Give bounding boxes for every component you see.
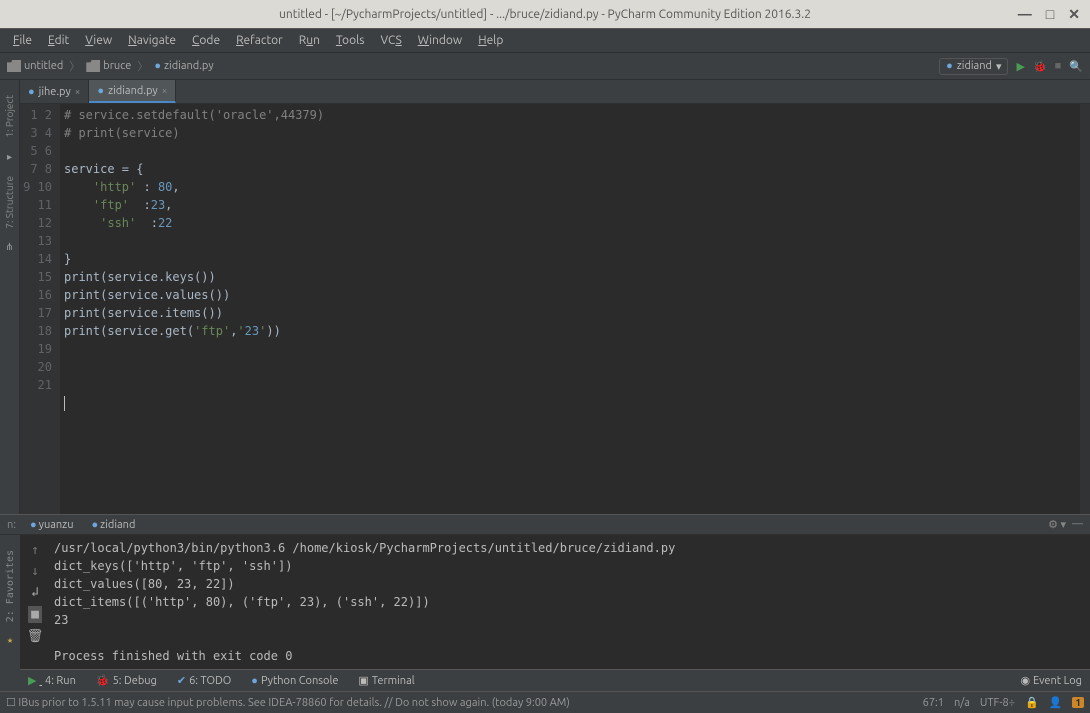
run-panel-label: n: bbox=[7, 519, 16, 531]
tool-todo[interactable]: ✔6: TODO bbox=[177, 674, 231, 687]
run-tab[interactable]: ●zidiand bbox=[88, 517, 140, 533]
status-caret-pos: 67:1 bbox=[923, 697, 944, 709]
status-message[interactable]: IBus prior to 1.5.11 may cause input pro… bbox=[18, 697, 569, 709]
star-icon: ★ bbox=[7, 635, 13, 646]
title-bar: untitled - [~/PycharmProjects/untitled] … bbox=[0, 0, 1090, 28]
print-icon[interactable]: ■ bbox=[28, 606, 42, 623]
menu-view[interactable]: View bbox=[79, 32, 118, 49]
tool-event-log[interactable]: ◉Event Log bbox=[1020, 674, 1082, 687]
close-tab-icon[interactable]: × bbox=[162, 85, 168, 96]
crumb-file[interactable]: zidiand.py bbox=[164, 60, 214, 72]
python-file-icon: ● bbox=[154, 60, 161, 72]
menu-navigate[interactable]: Navigate bbox=[122, 32, 182, 49]
run-action-icons: ↑ ↓ ↲ ■ 🗑 bbox=[20, 535, 50, 669]
favorites-strip: 2: Favorites ★ bbox=[0, 535, 20, 669]
stop-icon[interactable]: ↓ bbox=[31, 564, 39, 579]
run-config-name: zidiand bbox=[957, 60, 992, 72]
menu-vcs[interactable]: VCS bbox=[374, 32, 407, 49]
run-console-output[interactable]: /usr/local/python3/bin/python3.6 /home/k… bbox=[50, 535, 1090, 669]
minimize-button[interactable]: — bbox=[1018, 6, 1032, 23]
window-title: untitled - [~/PycharmProjects/untitled] … bbox=[279, 8, 811, 21]
crumb-root[interactable]: untitled bbox=[24, 60, 63, 72]
tool-terminal[interactable]: ▣Terminal bbox=[358, 674, 414, 687]
menu-window[interactable]: Window bbox=[412, 32, 468, 49]
chevron-right-icon: 〉 bbox=[137, 58, 148, 74]
status-indent: n/a bbox=[954, 697, 970, 709]
python-file-icon: ● bbox=[97, 85, 104, 97]
tool-run[interactable]: ▶ 4: Run bbox=[28, 674, 76, 687]
project-icon: ▸ bbox=[7, 151, 12, 163]
clear-icon[interactable]: 🗑 bbox=[27, 629, 44, 644]
gear-icon[interactable]: ⚙ ▾ bbox=[1048, 518, 1066, 531]
editor-tab[interactable]: ● zidiand.py × bbox=[89, 80, 176, 103]
tool-structure[interactable]: 7: Structure bbox=[4, 166, 15, 239]
editor-tab[interactable]: ● jihe.py × bbox=[20, 80, 89, 103]
nav-bar: untitled 〉 bruce 〉 ● zidiand.py ● zidian… bbox=[0, 52, 1090, 80]
close-button[interactable]: ✕ bbox=[1068, 6, 1080, 23]
tool-debug[interactable]: 🐞5: Debug bbox=[96, 674, 157, 687]
tool-project[interactable]: 1: Project bbox=[4, 85, 15, 148]
menu-file[interactable]: File bbox=[7, 32, 38, 49]
folder-icon bbox=[86, 60, 100, 72]
folder-icon bbox=[7, 60, 21, 72]
run-panel: n: ●yuanzu ●zidiand ⚙ ▾ — 2: Favorites ★… bbox=[0, 514, 1090, 669]
menu-help[interactable]: Help bbox=[472, 32, 509, 49]
status-bar: ☐ IBus prior to 1.5.11 may cause input p… bbox=[0, 691, 1090, 713]
menu-tools[interactable]: Tools bbox=[330, 32, 371, 49]
left-tool-strip: 1: Project ▸ 7: Structure ⋔ bbox=[0, 80, 20, 514]
error-stripe bbox=[1080, 104, 1090, 514]
menu-edit[interactable]: Edit bbox=[42, 32, 75, 49]
soft-wrap-icon[interactable]: ↲ bbox=[31, 585, 39, 600]
code-area[interactable]: # service.setdefault('oracle',44379) # p… bbox=[60, 104, 1080, 514]
lock-icon[interactable]: 🔒 bbox=[1025, 696, 1039, 709]
search-everywhere-icon[interactable]: 🔍 bbox=[1069, 60, 1083, 73]
minimize-panel-icon[interactable]: — bbox=[1072, 518, 1083, 531]
run-config-selector[interactable]: ● zidiand ▾ bbox=[939, 58, 1008, 75]
hector-icon[interactable]: 👤 bbox=[1049, 696, 1063, 709]
menu-run[interactable]: Run bbox=[293, 32, 326, 49]
status-warnings[interactable]: 1 bbox=[1072, 697, 1084, 708]
menu-refactor[interactable]: Refactor bbox=[230, 32, 289, 49]
python-file-icon: ● bbox=[28, 86, 35, 98]
python-file-icon: ● bbox=[946, 60, 953, 72]
chevron-right-icon: 〉 bbox=[69, 58, 80, 74]
run-tab[interactable]: ●yuanzu bbox=[26, 517, 78, 533]
rerun-icon[interactable]: ↑ bbox=[31, 543, 39, 558]
menu-code[interactable]: Code bbox=[186, 32, 226, 49]
tool-favorites[interactable]: 2: Favorites bbox=[5, 540, 16, 632]
tool-python-console[interactable]: ●Python Console bbox=[251, 675, 338, 687]
run-button[interactable]: ▶ bbox=[1016, 60, 1024, 73]
line-gutter: 1 2 3 4 5 6 7 8 9 10 11 12 13 14 15 16 1… bbox=[20, 104, 60, 514]
tab-label: jihe.py bbox=[39, 86, 71, 98]
status-encoding[interactable]: UTF-8÷ bbox=[980, 697, 1015, 709]
crumb-folder[interactable]: bruce bbox=[103, 60, 131, 72]
tab-label: zidiand.py bbox=[108, 85, 158, 97]
chevron-down-icon: ▾ bbox=[996, 60, 1002, 73]
code-editor[interactable]: 1 2 3 4 5 6 7 8 9 10 11 12 13 14 15 16 1… bbox=[20, 104, 1090, 514]
structure-icon: ⋔ bbox=[5, 241, 13, 253]
stop-button[interactable]: ■ bbox=[1055, 60, 1062, 72]
maximize-button[interactable]: □ bbox=[1046, 6, 1054, 23]
bottom-tool-bar: ▶ 4: Run 🐞5: Debug ✔6: TODO ●Python Cons… bbox=[20, 669, 1090, 691]
close-tab-icon[interactable]: × bbox=[75, 86, 81, 97]
editor-tab-bar: ● jihe.py × ● zidiand.py × bbox=[20, 80, 1090, 104]
menu-bar: File Edit View Navigate Code Refactor Ru… bbox=[0, 28, 1090, 52]
status-hint-icon: ☐ bbox=[6, 696, 16, 709]
debug-button[interactable]: 🐞 bbox=[1033, 60, 1047, 73]
